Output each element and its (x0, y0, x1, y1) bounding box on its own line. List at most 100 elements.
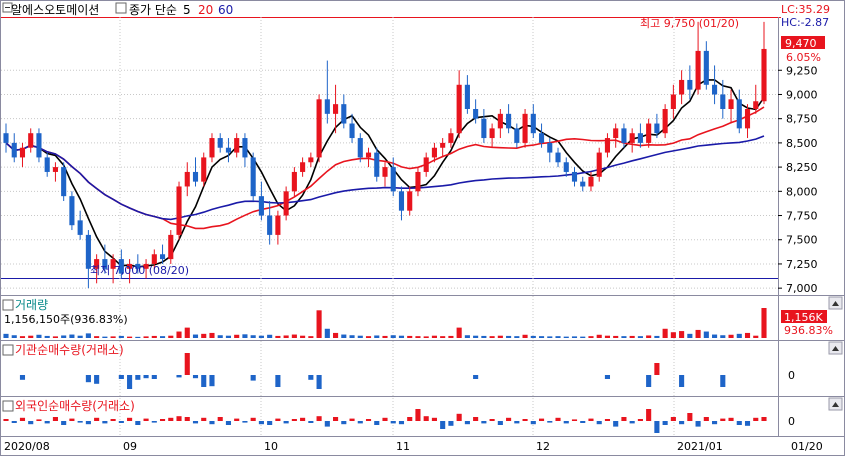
volume-bar (423, 336, 429, 338)
volume-bar (407, 335, 413, 338)
foreign-bar (753, 417, 759, 421)
inst-checkbox[interactable] (2, 344, 14, 356)
candle-body (662, 109, 668, 134)
y-tick-label: 9,000 (786, 88, 818, 101)
volume-bar (225, 335, 232, 338)
volume-bar (324, 328, 330, 338)
volume-bar (94, 336, 100, 338)
candle-body (563, 162, 569, 172)
volume-bar (736, 333, 742, 338)
volume-bar (489, 336, 495, 338)
volume-bar (670, 332, 676, 338)
candle-body (489, 128, 495, 139)
volume-bar (712, 334, 718, 338)
volume-bar (291, 334, 297, 338)
volume-bar (69, 334, 75, 338)
y-tick-label: 9,250 (786, 64, 818, 77)
foreign-bar (184, 417, 190, 421)
foreign-bar (192, 421, 199, 424)
volume-bar (308, 336, 314, 338)
candle-body (712, 84, 718, 95)
volume-bar (563, 336, 569, 338)
scroll-up-icon[interactable] (828, 296, 843, 310)
foreign-bar (506, 417, 512, 421)
candle-body (654, 123, 660, 134)
foreign-bar (629, 421, 635, 424)
foreign-bar (374, 421, 380, 425)
foreign-bar (736, 421, 742, 425)
foreign-bar (11, 421, 17, 423)
institution-bar (94, 375, 100, 384)
volume-bar (267, 334, 273, 338)
foreign-bar (571, 419, 578, 421)
candle-body (390, 167, 396, 192)
y-tick-label: 8,250 (786, 161, 818, 174)
candle-body (52, 167, 58, 172)
foreign-bar (621, 417, 627, 421)
foreign-bar (36, 419, 42, 421)
volume-checkbox[interactable] (2, 299, 14, 311)
institution-bar (135, 375, 141, 380)
foreign-bar (324, 421, 330, 427)
institution-bar (127, 375, 133, 389)
foreign-bar (563, 421, 569, 424)
foreign-bar (596, 421, 602, 425)
candle-body (192, 171, 199, 182)
volume-bar (184, 327, 190, 338)
candle-body (382, 167, 388, 177)
candle-body (159, 254, 166, 260)
foreign-bar (489, 419, 495, 421)
candle-body (275, 215, 281, 235)
volume-bar (209, 332, 215, 338)
foreign-bar (143, 418, 149, 421)
volume-bar (135, 336, 141, 338)
foreign-bar (77, 421, 83, 423)
volume-bar (687, 333, 693, 338)
foreign-bar (703, 417, 709, 421)
candle-body (11, 142, 17, 158)
candle-body (588, 176, 594, 187)
foreign-bar (94, 417, 100, 421)
candle-body (201, 157, 207, 182)
volume-bar (456, 327, 462, 338)
candle-body (687, 79, 693, 90)
volume-bar (151, 335, 157, 338)
volume-bar (679, 331, 685, 338)
volume-bar (300, 335, 306, 338)
candle-body (415, 171, 421, 192)
volume-bar (538, 336, 545, 338)
volume-bar (11, 335, 17, 338)
foreign-bar (209, 421, 215, 425)
candle-body (522, 113, 528, 143)
foreign-bar (390, 421, 396, 424)
foreign-bar (464, 421, 470, 425)
candle-body (448, 133, 454, 143)
volume-bar (530, 335, 536, 338)
volume-bar (596, 334, 602, 338)
x-axis-label: 09 (123, 440, 137, 453)
ma-checkbox[interactable] (115, 2, 127, 14)
scroll-up-icon-3[interactable] (828, 397, 843, 411)
institution-bar (118, 375, 124, 379)
lc-label: LC:35.29 (781, 3, 830, 16)
candle-body (69, 196, 75, 226)
institution-bar (209, 375, 215, 387)
foreign-bar (275, 418, 281, 421)
volume-bar (580, 336, 586, 338)
foreign-bar (679, 421, 685, 425)
change-pct-tag: 6.05% (786, 51, 821, 64)
volume-value: 1,156,150주(936.83%) (4, 313, 128, 326)
volume-bar (349, 335, 355, 338)
foreign-bar (695, 421, 701, 427)
institution-bar (473, 375, 479, 379)
volume-bar (547, 336, 553, 338)
scroll-up-icon-2[interactable] (828, 341, 843, 355)
foreign-bar (522, 419, 528, 421)
foreign-checkbox[interactable] (2, 400, 14, 412)
candle-body (19, 147, 26, 158)
foreign-bar (135, 421, 141, 425)
volume-bar (481, 335, 487, 338)
candle-body (267, 215, 273, 235)
candle-body (423, 157, 429, 172)
stock-name: 알에스오토메이션 (11, 3, 99, 17)
